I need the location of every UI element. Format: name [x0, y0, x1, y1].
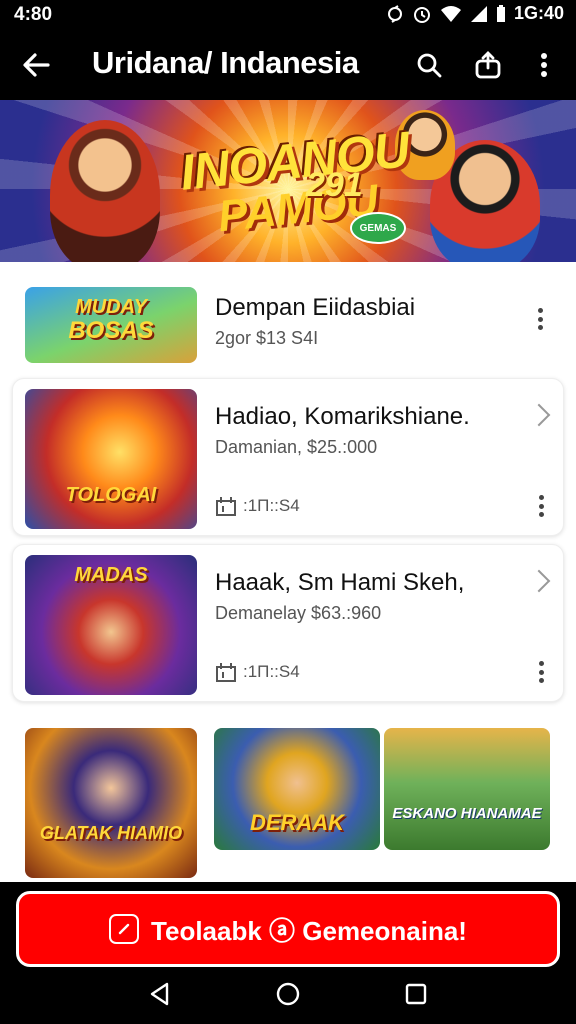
chevron-right-icon[interactable] [527, 569, 551, 593]
status-icons: 1G:40 [386, 3, 564, 24]
search-icon[interactable] [410, 46, 448, 84]
back-arrow-icon[interactable] [18, 46, 56, 84]
banner-tag: GEMAS [350, 212, 406, 244]
battery-icon [496, 4, 505, 22]
cta-label: Teolaabk ⓐ Gemeonaina! [151, 915, 467, 946]
item-subtitle: Damanian, $25.:000 [215, 437, 378, 457]
share-icon[interactable] [469, 46, 507, 84]
list-card[interactable]: MADAS Haaak, Sm Hami Skeh, Demanelay $63… [12, 544, 564, 702]
grid-thumbnail[interactable]: ESKANO HIANAMAE [384, 728, 550, 850]
sync-icon [387, 4, 402, 23]
list-item[interactable]: MUDAY BOSAS Dempan Eiidasbiai 2gor $13 S… [0, 262, 576, 382]
item-title: Hadiao, Komarikshiane. [215, 403, 470, 430]
list-card[interactable]: TOLOGAI Hadiao, Komarikshiane. Damanian,… [12, 378, 564, 536]
recents-nav-icon[interactable] [396, 972, 436, 1016]
chevron-right-icon[interactable] [527, 403, 551, 427]
hero-banner[interactable]: INOANOU PAMOU 291 GEMAS [0, 100, 576, 262]
more-options-icon[interactable] [531, 491, 551, 521]
back-nav-icon[interactable] [140, 972, 180, 1016]
app-bar: Uridana/ Indanesia [0, 30, 576, 100]
content-list: MUDAY BOSAS Dempan Eiidasbiai 2gor $13 S… [0, 262, 576, 882]
grid-thumbnail[interactable]: DERAAK [214, 728, 380, 850]
item-meta: :1Π::S4 [243, 662, 300, 681]
item-meta: :1Π::S4 [243, 496, 300, 515]
item-thumbnail: TOLOGAI [25, 389, 197, 529]
item-thumbnail: MUDAY BOSAS [25, 287, 197, 363]
grid-thumbnail[interactable]: GLATAK HIAMIO [25, 728, 197, 878]
item-title: Dempan Eiidasbiai [215, 294, 416, 321]
calendar-icon [216, 663, 236, 682]
more-options-icon[interactable] [531, 657, 551, 687]
item-subtitle: Demanelay $63.:960 [215, 603, 382, 623]
more-vertical-icon[interactable] [525, 46, 563, 84]
page-title: Uridana/ Indanesia [92, 45, 359, 80]
cta-button[interactable]: Teolaabk ⓐ Gemeonaina! [16, 891, 560, 967]
more-options-icon[interactable] [530, 304, 550, 334]
calendar-icon [216, 497, 236, 516]
item-subtitle: 2gor $13 S4I [215, 328, 319, 348]
status-time: 4:80 [14, 4, 53, 25]
item-title: Haaak, Sm Hami Skeh, [215, 569, 465, 596]
item-thumbnail: MADAS [25, 555, 197, 695]
external-link-icon [109, 914, 140, 944]
hero-character-left [50, 120, 160, 262]
status-time-right: 1G:40 [513, 3, 564, 23]
signal-icon [470, 5, 487, 22]
banner-number: 291 [306, 166, 363, 204]
home-nav-icon[interactable] [268, 972, 308, 1016]
status-bar: 4:80 1G:40 [0, 0, 576, 30]
alarm-icon [413, 6, 430, 23]
wifi-icon [440, 5, 461, 22]
